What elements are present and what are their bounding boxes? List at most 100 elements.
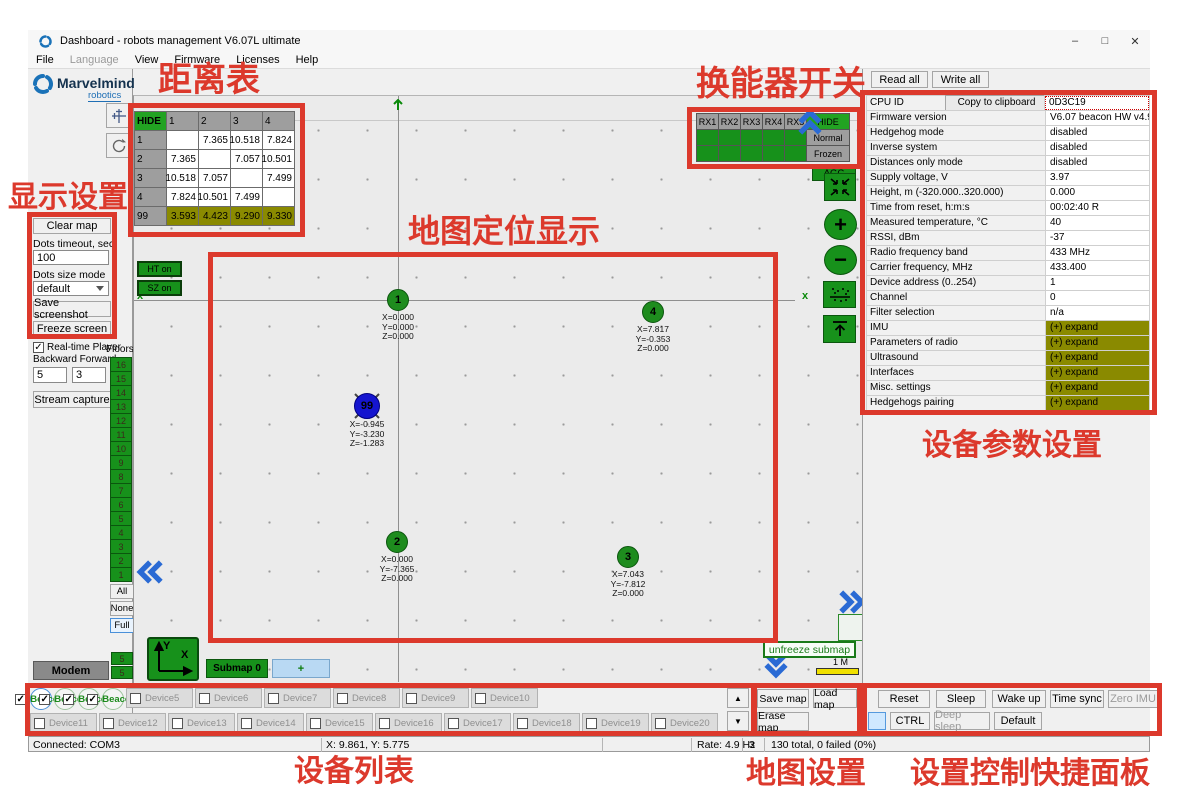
- menu-item-file[interactable]: File: [28, 54, 62, 66]
- checkbox-icon[interactable]: [337, 693, 348, 704]
- realtime-player-checkbox[interactable]: ✓: [33, 342, 44, 353]
- distance-hide-button[interactable]: HIDE: [134, 111, 167, 131]
- ht-on-button[interactable]: HT on: [137, 261, 182, 277]
- chevron-double-up-icon[interactable]: [798, 108, 822, 136]
- checkbox-icon[interactable]: [310, 718, 321, 729]
- default-button[interactable]: Default: [994, 712, 1042, 730]
- device-toggle-device15[interactable]: Device15: [306, 713, 373, 733]
- sz-on-button[interactable]: SZ on: [137, 280, 182, 296]
- floor-cell-5[interactable]: 5: [110, 511, 132, 526]
- param-value[interactable]: n/a: [1045, 305, 1150, 321]
- param-value[interactable]: 433.400: [1045, 260, 1150, 276]
- read-all-button[interactable]: Read all: [871, 71, 928, 88]
- checkbox-icon[interactable]: [103, 718, 114, 729]
- device-toggle-device7[interactable]: Device7: [264, 688, 331, 708]
- floor-cell-3[interactable]: 3: [110, 539, 132, 554]
- menu-item-help[interactable]: Help: [288, 54, 327, 66]
- floor-cell-12[interactable]: 12: [110, 413, 132, 428]
- param-value[interactable]: disabled: [1045, 155, 1150, 171]
- save-screenshot-button[interactable]: Save screenshot: [33, 301, 111, 317]
- rx-toggle-cell[interactable]: [718, 145, 741, 162]
- checkbox-icon[interactable]: [130, 693, 141, 704]
- param-value[interactable]: 0.000: [1045, 185, 1150, 201]
- save-map-button[interactable]: Save map: [757, 689, 809, 708]
- backward-input[interactable]: 5: [33, 367, 67, 383]
- clear-map-button[interactable]: Clear map: [33, 218, 111, 234]
- param-value[interactable]: (+) expand: [1045, 365, 1150, 381]
- checkbox-icon[interactable]: [517, 718, 528, 729]
- checkbox-icon[interactable]: [379, 718, 390, 729]
- rx-header-rx3[interactable]: RX3: [740, 113, 763, 130]
- param-value[interactable]: 40: [1045, 215, 1150, 231]
- axes-tool-button[interactable]: [106, 103, 131, 128]
- floor-cell-13[interactable]: 13: [110, 399, 132, 414]
- device-scroll-down-button[interactable]: ▼: [727, 711, 749, 731]
- rx-toggle-cell[interactable]: [762, 129, 785, 146]
- param-value[interactable]: (+) expand: [1045, 350, 1150, 366]
- device-toggle-device11[interactable]: Device11: [30, 713, 97, 733]
- add-submap-button[interactable]: +: [272, 659, 330, 678]
- floor-cell-15[interactable]: 15: [110, 371, 132, 386]
- checkbox-icon[interactable]: [586, 718, 597, 729]
- sleep-button[interactable]: Sleep: [936, 690, 986, 708]
- chevron-double-left-icon[interactable]: [136, 560, 164, 584]
- stream-capture-button[interactable]: Stream capture: [33, 391, 111, 408]
- checkbox-icon[interactable]: ✓: [63, 694, 74, 705]
- checkbox-icon[interactable]: [34, 718, 45, 729]
- dots-view-button[interactable]: [823, 281, 856, 308]
- device-scroll-up-button[interactable]: ▲: [727, 688, 749, 708]
- modem-button[interactable]: Modem: [33, 661, 109, 680]
- checkbox-icon[interactable]: ✓: [15, 694, 26, 705]
- minimize-button[interactable]: –: [1060, 31, 1090, 51]
- floor-cell-16[interactable]: 16: [110, 357, 132, 372]
- floor-cell-7[interactable]: 7: [110, 483, 132, 498]
- beacon-3[interactable]: 3: [617, 546, 639, 568]
- param-value[interactable]: -37: [1045, 230, 1150, 246]
- time-sync-button[interactable]: Time sync: [1050, 690, 1104, 708]
- rx-toggle-cell[interactable]: [784, 145, 807, 162]
- floors-none-button[interactable]: None: [110, 601, 134, 616]
- device-toggle-device20[interactable]: Device20: [651, 713, 718, 733]
- load-map-button[interactable]: Load map: [813, 689, 857, 708]
- fit-to-screen-button[interactable]: [824, 173, 856, 201]
- floors-all-button[interactable]: All: [110, 584, 134, 599]
- beacon-4[interactable]: 4: [642, 301, 664, 323]
- device-toggle-device13[interactable]: Device13: [168, 713, 235, 733]
- param-value[interactable]: (+) expand: [1045, 395, 1150, 411]
- close-button[interactable]: ✕: [1120, 31, 1150, 51]
- checkbox-icon[interactable]: [199, 693, 210, 704]
- freeze-screen-button[interactable]: Freeze screen: [33, 321, 111, 337]
- floor-cell-2[interactable]: 2: [110, 553, 132, 568]
- beacon-1[interactable]: 1: [387, 289, 409, 311]
- rx-header-rx2[interactable]: RX2: [718, 113, 741, 130]
- rx-header-rx1[interactable]: RX1: [696, 113, 719, 130]
- beacon-2[interactable]: 2: [386, 531, 408, 553]
- floors-full-button[interactable]: Full: [110, 618, 134, 633]
- submap-0-button[interactable]: Submap 0: [206, 659, 268, 678]
- param-value[interactable]: disabled: [1045, 125, 1150, 141]
- cpu-id-value[interactable]: 0D3C19: [1044, 95, 1150, 111]
- floor-cell-1[interactable]: 1: [110, 567, 132, 582]
- param-value[interactable]: (+) expand: [1045, 320, 1150, 336]
- checkbox-icon[interactable]: [172, 718, 183, 729]
- checkbox-icon[interactable]: ✓: [39, 694, 50, 705]
- floor-cell-10[interactable]: 10: [110, 441, 132, 456]
- checkbox-icon[interactable]: [448, 718, 459, 729]
- param-value[interactable]: (+) expand: [1045, 335, 1150, 351]
- device-toggle-device5[interactable]: Device5: [126, 688, 193, 708]
- param-value[interactable]: (+) expand: [1045, 380, 1150, 396]
- checkbox-icon[interactable]: [241, 718, 252, 729]
- device-toggle-device6[interactable]: Device6: [195, 688, 262, 708]
- submap-box[interactable]: [838, 614, 865, 641]
- param-value[interactable]: 433 MHz: [1045, 245, 1150, 261]
- floor-cell-9[interactable]: 9: [110, 455, 132, 470]
- param-value[interactable]: V6.07 beacon HW v4.9: [1045, 110, 1150, 126]
- device-toggle-device16[interactable]: Device16: [375, 713, 442, 733]
- maximize-button[interactable]: □: [1090, 31, 1120, 51]
- floor-cell-11[interactable]: 11: [110, 427, 132, 442]
- device-toggle-device12[interactable]: Device12: [99, 713, 166, 733]
- checkbox-icon[interactable]: ✓: [87, 694, 98, 705]
- floor-cell-6[interactable]: 6: [110, 497, 132, 512]
- rotate-tool-button[interactable]: [106, 133, 131, 158]
- checkbox-icon[interactable]: [268, 693, 279, 704]
